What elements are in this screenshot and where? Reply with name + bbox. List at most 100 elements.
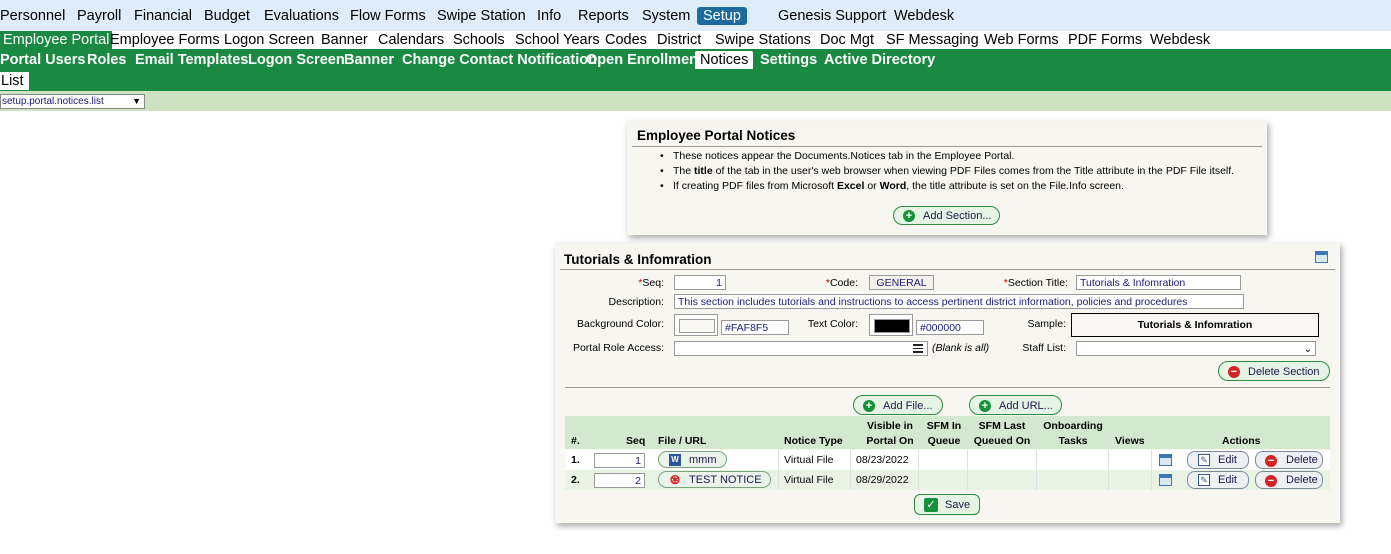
menu-financial[interactable]: Financial — [134, 7, 192, 25]
role-access-label: Portal Role Access: — [572, 342, 664, 354]
submenu-employee-forms[interactable]: Employee Forms — [110, 31, 220, 49]
row-notice-type: Virtual File — [784, 474, 834, 486]
col-views: Views — [1115, 435, 1145, 447]
menu-budget[interactable]: Budget — [204, 7, 250, 25]
delete-label: Delete — [1286, 474, 1318, 486]
tab-active-directory[interactable]: Active Directory — [824, 51, 935, 69]
notices-panel-title: Employee Portal Notices — [637, 128, 796, 143]
submenu-sf-messaging[interactable]: SF Messaging — [886, 31, 979, 49]
seq-field[interactable]: 1 — [674, 275, 726, 290]
delete-section-label: Delete Section — [1248, 366, 1320, 378]
submenu-pdf-forms[interactable]: PDF Forms — [1068, 31, 1142, 49]
menu-personnel[interactable]: Personnel — [0, 7, 65, 25]
submenu-banner[interactable]: Banner — [321, 31, 368, 49]
role-access-field[interactable] — [674, 341, 928, 356]
section-title-field[interactable]: Tutorials & Infomration — [1076, 275, 1241, 290]
submenu-codes[interactable]: Codes — [605, 31, 647, 49]
calendar-icon[interactable] — [1315, 251, 1328, 263]
row-seq-field[interactable]: 2 — [594, 473, 645, 488]
plus-icon: + — [979, 399, 991, 412]
menu-swipe-station[interactable]: Swipe Station — [437, 7, 526, 25]
page-select[interactable]: setup.portal.notices.list ▼ — [0, 94, 145, 109]
tab-email-templates[interactable]: Email Templates — [135, 51, 248, 69]
row-visible-date: 08/29/2022 — [856, 474, 909, 486]
setup-submenu: Employee Portal Employee Forms Logon Scr… — [0, 31, 1391, 49]
submenu-logon-screen[interactable]: Logon Screen — [224, 31, 314, 49]
menu-payroll[interactable]: Payroll — [77, 7, 121, 25]
menu-flow-forms[interactable]: Flow Forms — [350, 7, 426, 25]
delete-button[interactable]: − Delete — [1255, 471, 1323, 489]
notices-submenu: List — [0, 70, 1391, 91]
tab-settings[interactable]: Settings — [760, 51, 817, 69]
calendar-icon[interactable] — [1159, 474, 1172, 486]
menu-info[interactable]: Info — [537, 7, 561, 25]
seq-label: *Seq: — [638, 277, 664, 289]
tab-banner[interactable]: Banner — [344, 51, 394, 69]
save-button[interactable]: ✓ Save — [914, 494, 980, 515]
info-bullet-1: These notices appear the Documents.Notic… — [660, 150, 1014, 162]
menu-webdesk[interactable]: Webdesk — [894, 7, 954, 25]
add-section-button[interactable]: + Add Section... — [893, 206, 1000, 225]
add-url-button[interactable]: + Add URL... — [969, 395, 1062, 415]
tab-open-enrollment[interactable]: Open Enrollment — [586, 51, 703, 69]
plus-icon: + — [903, 210, 915, 222]
edit-button[interactable]: ✎ Edit — [1187, 451, 1249, 469]
delete-label: Delete — [1286, 454, 1318, 466]
divider — [918, 470, 919, 490]
add-file-button[interactable]: + Add File... — [853, 395, 943, 415]
portal-submenu: Portal Users Roles Email Templates Logon… — [0, 49, 1391, 70]
code-label: *Code: — [825, 277, 858, 289]
divider — [778, 470, 779, 490]
tab-list[interactable]: List — [0, 72, 29, 90]
submenu-doc-mgt[interactable]: Doc Mgt — [820, 31, 874, 49]
staff-list-select[interactable]: ⌄ — [1076, 341, 1316, 356]
bg-color-field[interactable]: #FAF8F5 — [721, 320, 789, 335]
tab-change-contact-notification[interactable]: Change Contact Notification — [402, 51, 597, 69]
plus-icon: + — [863, 399, 875, 412]
page-select-bar: setup.portal.notices.list ▼ — [0, 91, 1391, 111]
menu-system[interactable]: System — [642, 7, 690, 25]
submenu-webdesk[interactable]: Webdesk — [1150, 31, 1210, 49]
role-access-hint: (Blank is all) — [932, 342, 990, 354]
add-file-label: Add File... — [883, 400, 933, 412]
info-bullet-2: The title of the tab in the user's web b… — [660, 165, 1234, 177]
col-num: #. — [571, 435, 580, 447]
submenu-calendars[interactable]: Calendars — [378, 31, 444, 49]
menu-evaluations[interactable]: Evaluations — [264, 7, 339, 25]
submenu-web-forms[interactable]: Web Forms — [984, 31, 1059, 49]
divider — [1036, 450, 1037, 470]
calendar-icon[interactable] — [1159, 454, 1172, 466]
bg-color-swatch[interactable] — [674, 314, 718, 336]
chevron-down-icon: ⌄ — [1303, 344, 1312, 355]
minus-icon: − — [1265, 454, 1277, 467]
delete-button[interactable]: − Delete — [1255, 451, 1323, 469]
row-num: 1. — [571, 454, 580, 466]
tab-notices[interactable]: Notices — [695, 51, 754, 69]
submenu-swipe-stations[interactable]: Swipe Stations — [715, 31, 811, 49]
text-color-field[interactable]: #000000 — [916, 320, 984, 335]
add-section-label: Add Section... — [923, 210, 992, 222]
tab-logon-screen[interactable]: Logon Screen — [248, 51, 345, 69]
list-icon[interactable] — [913, 344, 923, 353]
staff-list-label: Staff List: — [1022, 342, 1066, 354]
tab-portal-users[interactable]: Portal Users — [0, 51, 85, 69]
minus-icon: − — [1228, 365, 1240, 378]
submenu-school-years[interactable]: School Years — [515, 31, 600, 49]
edit-button[interactable]: ✎ Edit — [1187, 471, 1249, 489]
submenu-employee-portal[interactable]: Employee Portal — [0, 31, 113, 49]
submenu-district[interactable]: District — [657, 31, 701, 49]
menu-setup[interactable]: Setup — [697, 7, 747, 25]
divider — [967, 450, 968, 470]
file-link-button[interactable]: W mmm — [658, 451, 727, 468]
delete-section-button[interactable]: − Delete Section — [1218, 361, 1330, 381]
menu-reports[interactable]: Reports — [578, 7, 629, 25]
file-link-button[interactable]: ♼ TEST NOTICE — [658, 471, 771, 488]
text-color-swatch[interactable] — [869, 314, 913, 336]
submenu-schools[interactable]: Schools — [453, 31, 505, 49]
tab-roles[interactable]: Roles — [87, 51, 127, 69]
row-seq-field[interactable]: 1 — [594, 453, 645, 468]
add-url-label: Add URL... — [999, 400, 1053, 412]
col-sfm-in-queue: SFM In Queue — [926, 420, 962, 447]
menu-genesis-support[interactable]: Genesis Support — [778, 7, 886, 25]
description-field[interactable]: This section includes tutorials and inst… — [674, 294, 1244, 309]
